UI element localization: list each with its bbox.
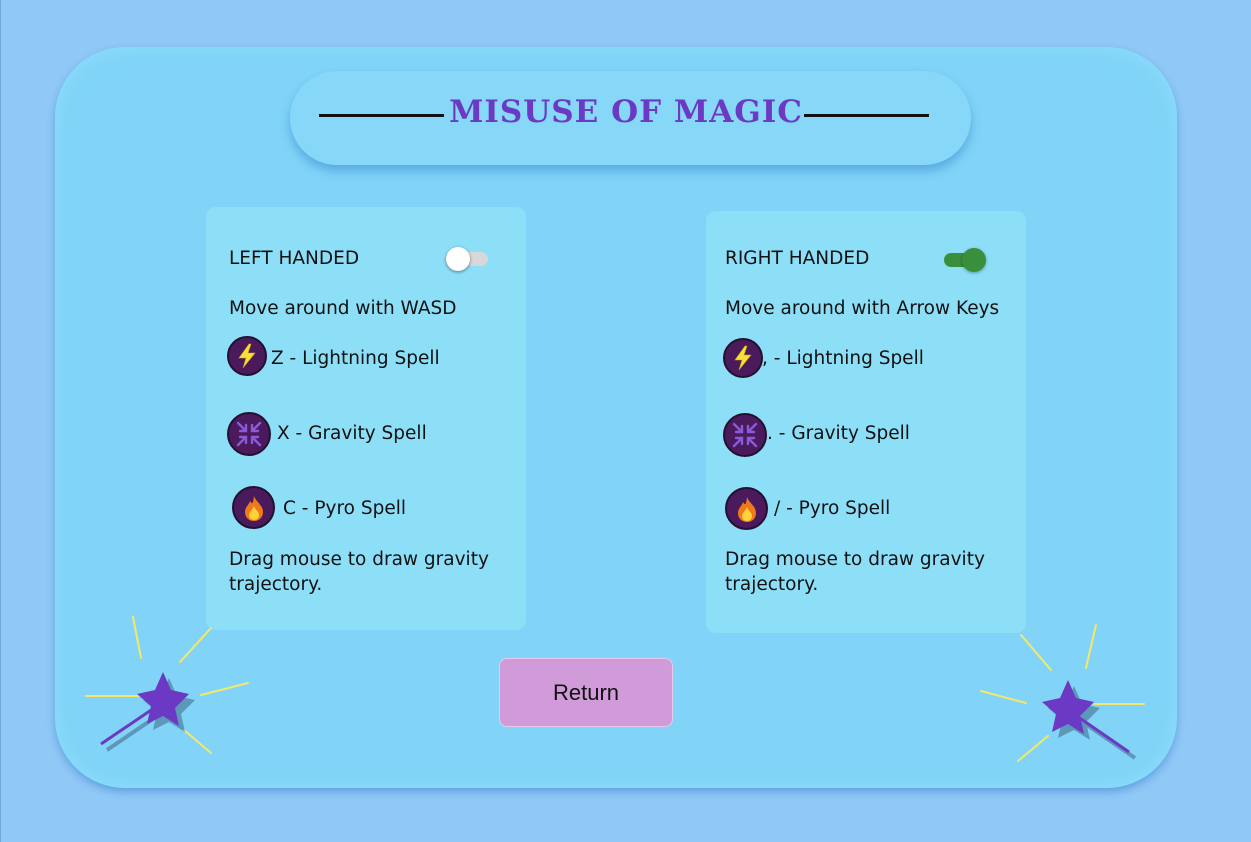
right-move-instruction: Move around with Arrow Keys	[725, 298, 1000, 319]
left-gravity-label: X - Gravity Spell	[277, 423, 427, 444]
title-divider-left	[319, 114, 444, 117]
right-gravity-label: . - Gravity Spell	[767, 423, 910, 444]
right-pyro-label: / - Pyro Spell	[774, 498, 891, 519]
fire-icon	[725, 487, 768, 530]
game-title: MISUSE OF MAGIC	[449, 94, 803, 130]
magic-wand-icon	[85, 616, 249, 754]
left-move-instruction: Move around with WASD	[229, 298, 457, 319]
right-handed-toggle[interactable]	[942, 248, 986, 272]
left-lightning-label: Z - Lightning Spell	[271, 348, 440, 369]
lightning-icon	[723, 338, 763, 378]
toggle-knob	[446, 247, 470, 271]
left-drag-instruction: Drag mouse to draw gravity trajectory.	[229, 549, 489, 595]
toggle-knob	[962, 248, 986, 272]
magic-wand-icon	[980, 624, 1145, 762]
fire-icon	[232, 486, 275, 529]
gravity-compress-icon	[723, 413, 767, 457]
title-divider-right	[804, 114, 929, 117]
lightning-icon	[227, 336, 267, 376]
gravity-compress-icon	[227, 412, 271, 456]
return-button[interactable]: Return	[499, 658, 673, 727]
right-drag-instruction: Drag mouse to draw gravity trajectory.	[725, 549, 985, 595]
left-handed-toggle[interactable]	[446, 247, 490, 271]
right-handed-heading: RIGHT HANDED	[725, 248, 870, 269]
left-pyro-label: C - Pyro Spell	[283, 498, 407, 519]
left-handed-heading: LEFT HANDED	[229, 248, 360, 269]
right-lightning-label: , - Lightning Spell	[762, 348, 924, 369]
